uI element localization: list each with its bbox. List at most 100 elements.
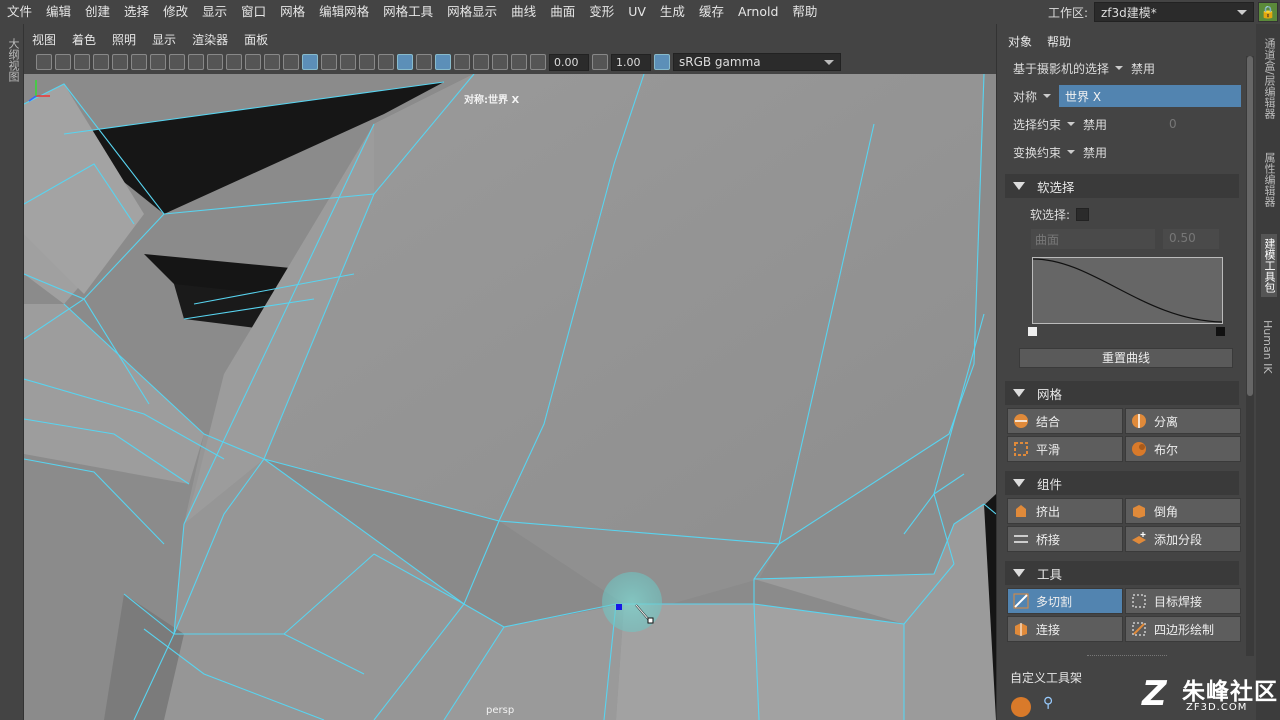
right-panel-scrollbar[interactable] xyxy=(1246,56,1254,656)
add-divisions-button[interactable]: 添加分段 xyxy=(1125,526,1241,552)
menu-arnold[interactable]: Arnold xyxy=(731,0,785,24)
soft-select-checkbox[interactable] xyxy=(1076,207,1090,221)
falloff-mode-dropdown[interactable]: 曲面 xyxy=(1031,229,1155,249)
reset-curve-button[interactable]: 重置曲线 xyxy=(1019,348,1233,368)
menu-modify[interactable]: 修改 xyxy=(156,0,195,24)
rp-menu-object[interactable]: 对象 xyxy=(1008,33,1032,50)
vp-menu-renderer[interactable]: 渲染器 xyxy=(184,31,236,48)
wireframe-icon[interactable] xyxy=(283,54,299,70)
chevron-down-icon[interactable] xyxy=(1115,66,1124,74)
color-management-icon[interactable] xyxy=(654,54,670,70)
tab-modeling-toolkit[interactable]: 建模工具包 xyxy=(1261,234,1277,297)
collapse-triangle-icon[interactable] xyxy=(1013,479,1025,493)
menu-edit-mesh[interactable]: 编辑网格 xyxy=(312,0,376,24)
default-material-icon[interactable] xyxy=(321,54,337,70)
menu-display[interactable]: 显示 xyxy=(195,0,234,24)
lock-icon[interactable]: 🔒 xyxy=(1258,2,1278,22)
collapse-triangle-icon[interactable] xyxy=(1013,569,1025,583)
collapse-triangle-icon[interactable] xyxy=(1013,182,1025,196)
vp-menu-show[interactable]: 显示 xyxy=(144,31,184,48)
resolution-gate-icon[interactable] xyxy=(188,54,204,70)
menu-uv[interactable]: UV xyxy=(621,0,653,24)
curve-start-key-icon[interactable] xyxy=(1028,327,1037,336)
exposure-field[interactable]: 0.00 xyxy=(549,53,589,71)
tools-section-header[interactable]: 工具 xyxy=(1005,561,1239,585)
scrollbar-thumb[interactable] xyxy=(1247,56,1253,396)
workspace-dropdown[interactable]: zf3d建模* xyxy=(1094,2,1254,22)
grid-icon[interactable] xyxy=(150,54,166,70)
smooth-shade-icon[interactable] xyxy=(302,54,318,70)
camera-attributes-icon[interactable] xyxy=(55,54,71,70)
vp-menu-panels[interactable]: 面板 xyxy=(236,31,276,48)
soft-select-header[interactable]: 软选择 xyxy=(1005,174,1239,198)
tab-attribute-editor[interactable]: 属性编辑器 xyxy=(1261,152,1277,207)
menu-file[interactable]: 文件 xyxy=(0,0,39,24)
xray-joints-icon[interactable] xyxy=(454,54,470,70)
quad-draw-button[interactable]: 四边形绘制 xyxy=(1125,616,1241,642)
selected-vertex[interactable] xyxy=(616,604,622,610)
menu-help[interactable]: 帮助 xyxy=(785,0,824,24)
falloff-curve-editor[interactable] xyxy=(1032,257,1223,324)
gate-mask-icon[interactable] xyxy=(207,54,223,70)
outliner-tab[interactable]: 大纲视图 xyxy=(5,38,21,82)
rp-menu-help[interactable]: 帮助 xyxy=(1047,33,1071,50)
menu-window[interactable]: 窗口 xyxy=(234,0,273,24)
menu-mesh[interactable]: 网格 xyxy=(273,0,312,24)
lights-icon[interactable] xyxy=(359,54,375,70)
vp-menu-shading[interactable]: 着色 xyxy=(64,31,104,48)
menu-select[interactable]: 选择 xyxy=(117,0,156,24)
component-section-header[interactable]: 组件 xyxy=(1005,471,1239,495)
film-gate-icon[interactable] xyxy=(169,54,185,70)
shadows-icon[interactable] xyxy=(378,54,394,70)
bevel-button[interactable]: 倒角 xyxy=(1125,498,1241,524)
vp-menu-lighting[interactable]: 照明 xyxy=(104,31,144,48)
2d-pan-icon[interactable] xyxy=(112,54,128,70)
transform-constraint-value[interactable]: 禁用 xyxy=(1083,144,1107,161)
safe-action-icon[interactable] xyxy=(245,54,261,70)
field-chart-icon[interactable] xyxy=(226,54,242,70)
xray-icon[interactable] xyxy=(435,54,451,70)
menu-mesh-display[interactable]: 网格显示 xyxy=(440,0,504,24)
motion-blur-icon[interactable] xyxy=(416,54,432,70)
connect-button[interactable]: 连接 xyxy=(1007,616,1123,642)
image-plane-icon[interactable] xyxy=(93,54,109,70)
curve-end-key-icon[interactable] xyxy=(1216,327,1225,336)
vp-menu-view[interactable]: 视图 xyxy=(24,31,64,48)
menu-create[interactable]: 创建 xyxy=(78,0,117,24)
extrude-button[interactable]: 挤出 xyxy=(1007,498,1123,524)
bookmark-icon[interactable] xyxy=(74,54,90,70)
menu-mesh-tools[interactable]: 网格工具 xyxy=(376,0,440,24)
select-constraint-number[interactable]: 0 xyxy=(1169,117,1177,131)
gamma-field[interactable]: 1.00 xyxy=(611,53,651,71)
multi-cut-button[interactable]: 多切割 xyxy=(1007,588,1123,614)
select-constraint-value[interactable]: 禁用 xyxy=(1083,116,1107,133)
select-camera-icon[interactable] xyxy=(473,54,489,70)
colorspace-dropdown[interactable]: sRGB gamma xyxy=(673,53,841,71)
camera-based-selection-value[interactable]: 禁用 xyxy=(1131,60,1155,77)
target-weld-button[interactable]: 目标焊接 xyxy=(1125,588,1241,614)
grease-pencil-icon[interactable] xyxy=(131,54,147,70)
collapse-triangle-icon[interactable] xyxy=(1013,389,1025,403)
menu-curves[interactable]: 曲线 xyxy=(504,0,543,24)
bridge-button[interactable]: 桥接 xyxy=(1007,526,1123,552)
falloff-radius-field[interactable]: 0.50 xyxy=(1163,229,1219,249)
chevron-down-icon[interactable] xyxy=(1043,94,1052,102)
hud-icon[interactable] xyxy=(511,54,527,70)
3d-viewport[interactable]: 对称:世界 X persp xyxy=(24,74,996,720)
menu-cache[interactable]: 缓存 xyxy=(692,0,731,24)
tab-channel-box[interactable]: 通道盒/层编辑器 xyxy=(1261,38,1277,119)
menu-generate[interactable]: 生成 xyxy=(653,0,692,24)
smooth-button[interactable]: 平滑 xyxy=(1007,436,1123,462)
shelf-boolean-icon[interactable] xyxy=(1011,697,1031,717)
safe-title-icon[interactable] xyxy=(264,54,280,70)
chevron-down-icon[interactable] xyxy=(1067,122,1076,130)
camera-select-icon[interactable] xyxy=(36,54,52,70)
boolean-button[interactable]: 布尔 xyxy=(1125,436,1241,462)
isolate-select-icon[interactable] xyxy=(492,54,508,70)
menu-edit[interactable]: 编辑 xyxy=(39,0,78,24)
mesh-section-header[interactable]: 网格 xyxy=(1005,381,1239,405)
menu-deform[interactable]: 变形 xyxy=(582,0,621,24)
screen-space-ao-icon[interactable] xyxy=(397,54,413,70)
chevron-down-icon[interactable] xyxy=(1067,150,1076,158)
separate-button[interactable]: 分离 xyxy=(1125,408,1241,434)
